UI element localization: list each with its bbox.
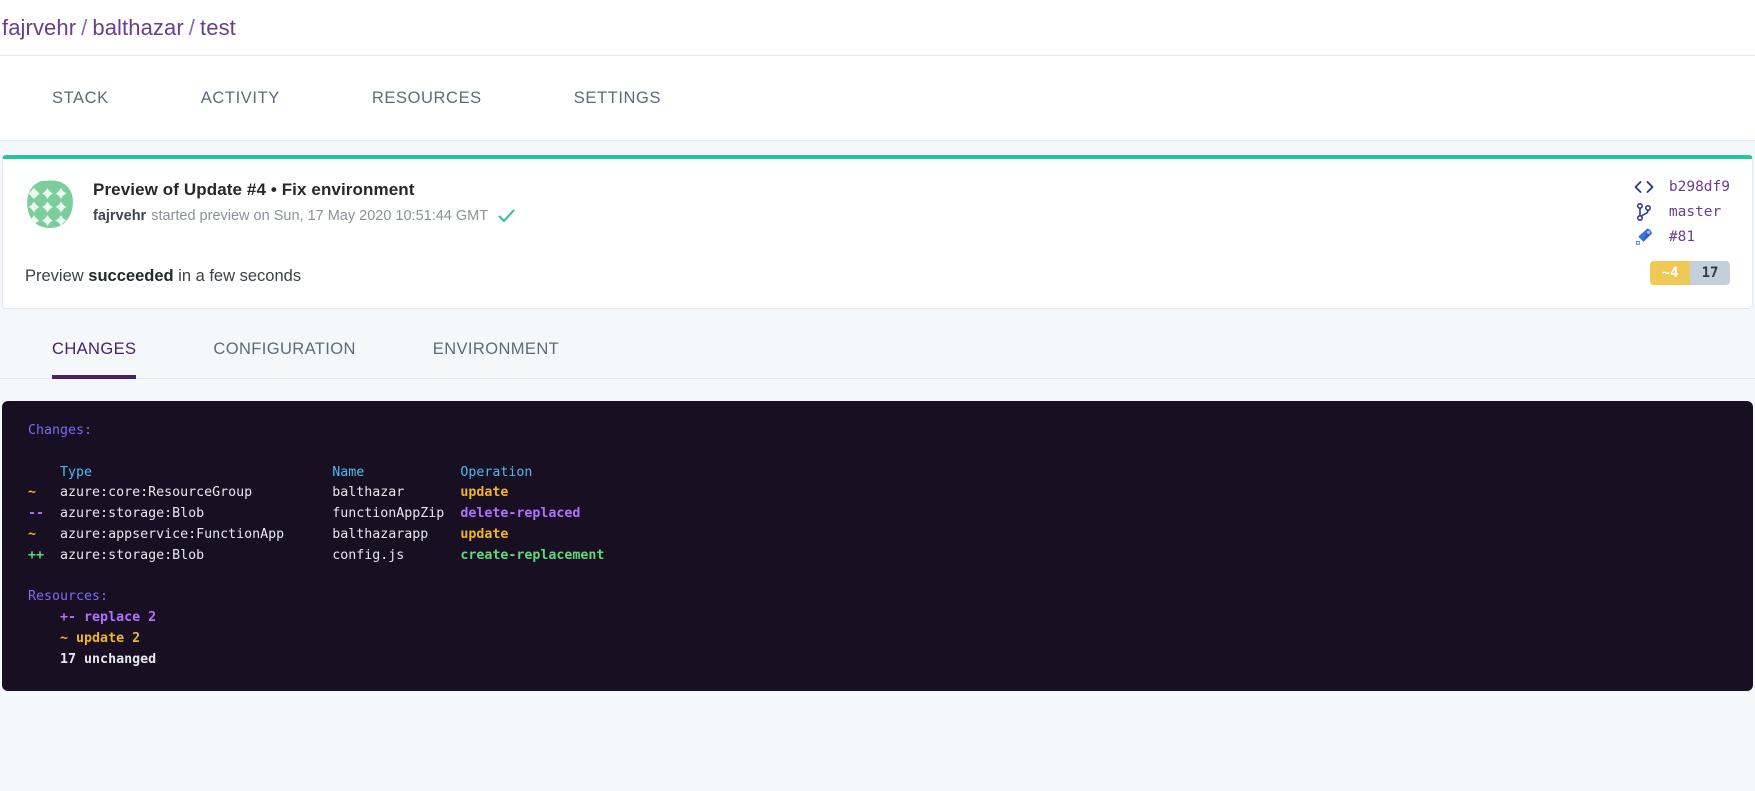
terminal-column-header: Type Name Operation [28, 463, 1753, 484]
terminal-changes-heading: Changes: [28, 423, 93, 438]
change-operation: update [460, 485, 509, 501]
pull-request-number[interactable]: #81 [1669, 229, 1695, 245]
change-marker: ~ [28, 485, 61, 501]
azure-devops-icon [1633, 228, 1655, 246]
breadcrumb-separator-1: / [81, 14, 88, 40]
terminal-wrapper: Changes: Type Name Operation ~ azure:core… [0, 379, 1755, 691]
detail-tabs: CHANGES CONFIGURATION ENVIRONMENT [0, 309, 1755, 379]
main-nav: STACK ACTIVITY RESOURCES SETTINGS [0, 55, 1755, 141]
nav-tab-resources[interactable]: RESOURCES [372, 89, 482, 108]
breadcrumb-separator-2: / [188, 14, 196, 40]
breadcrumb-org[interactable]: fajrvehr [2, 15, 76, 40]
change-operation: create-replacement [460, 547, 605, 563]
change-type: azure:appservice:FunctionApp [60, 526, 333, 542]
meta-row-pullrequest[interactable]: #81 [1633, 225, 1730, 249]
meta-row-branch[interactable]: master [1633, 200, 1730, 224]
breadcrumb: fajrvehr / balthazar / test [0, 15, 236, 41]
terminal-resource-summary-row: ~ update 2 [28, 629, 1753, 650]
change-name: functionAppZip [332, 506, 461, 522]
terminal-blank-line-2 [28, 567, 1753, 588]
change-marker: ++ [28, 547, 61, 563]
update-byline: fajrvehr started preview on Sun, 17 May … [93, 208, 515, 224]
resource-summary-text: 17 unchanged [60, 651, 157, 667]
change-marker: ~ [28, 526, 61, 542]
summary-prefix: Preview [25, 267, 89, 285]
change-name: config.js [332, 547, 461, 563]
update-card-header: Preview of Update #4 • Fix environment f… [23, 177, 1732, 229]
change-operation: delete-replaced [460, 506, 581, 522]
terminal-change-row: ~ azure:appservice:FunctionApp balthazar… [28, 525, 1753, 546]
breadcrumb-project[interactable]: balthazar [92, 15, 183, 40]
tab-changes[interactable]: CHANGES [52, 340, 137, 379]
tab-environment[interactable]: ENVIRONMENT [433, 340, 559, 379]
resource-count-badges: ~4 17 [1650, 261, 1730, 285]
badge-changed[interactable]: ~4 [1650, 261, 1690, 285]
changes-terminal-output[interactable]: Changes: Type Name Operation ~ azure:core… [2, 401, 1753, 691]
update-card: Preview of Update #4 • Fix environment f… [2, 155, 1753, 309]
commit-hash[interactable]: b298df9 [1669, 179, 1730, 195]
update-card-wrapper: Preview of Update #4 • Fix environment f… [0, 141, 1755, 309]
branch-name[interactable]: master [1669, 204, 1721, 220]
byline-text: started preview on Sun, 17 May 2020 10:5… [151, 208, 489, 224]
terminal-resource-summary-row: 17 unchanged [28, 650, 1753, 671]
update-headings: Preview of Update #4 • Fix environment f… [93, 177, 515, 224]
code-brackets-icon [1633, 178, 1655, 196]
column-header-type: Type [60, 464, 333, 480]
terminal-resource-summary-row: +- replace 2 [28, 608, 1753, 629]
terminal-change-row: -- azure:storage:Blob functionAppZip del… [28, 504, 1753, 525]
resource-summary-text: +- replace 2 [60, 610, 157, 626]
change-marker: -- [28, 506, 61, 522]
terminal-resources-heading: Resources: [28, 589, 109, 605]
change-type: azure:core:ResourceGroup [60, 485, 333, 501]
resource-summary-text: ~ update 2 [60, 630, 141, 646]
tab-configuration[interactable]: CONFIGURATION [213, 340, 355, 379]
nav-tab-settings[interactable]: SETTINGS [574, 89, 661, 108]
terminal-blank-line-1 [28, 442, 1753, 463]
summary-status: succeeded [88, 267, 174, 285]
column-header-name: Name [332, 464, 461, 480]
change-name: balthazarapp [332, 526, 461, 542]
change-type: azure:storage:Blob [60, 506, 333, 522]
update-title: Preview of Update #4 • Fix environment [93, 180, 415, 199]
change-type: azure:storage:Blob [60, 547, 333, 563]
update-meta: b298df9 master #81 [1633, 175, 1730, 250]
pulumi-stack-update-page: fajrvehr / balthazar / test STACK ACTIVITY R… [0, 0, 1755, 791]
change-name: balthazar [332, 485, 461, 501]
check-icon [498, 209, 515, 223]
change-operation: update [460, 526, 509, 542]
summary-suffix: in a few seconds [173, 267, 302, 285]
nav-tab-activity[interactable]: ACTIVITY [201, 89, 280, 108]
badge-unchanged[interactable]: 17 [1690, 261, 1730, 285]
nav-tab-stack[interactable]: STACK [52, 89, 109, 108]
update-summary: Preview succeeded in a few seconds [25, 267, 1732, 286]
meta-row-commit[interactable]: b298df9 [1633, 175, 1730, 199]
git-branch-icon [1633, 203, 1655, 221]
avatar [25, 179, 75, 229]
terminal-change-row: ~ azure:core:ResourceGroup balthazar upd… [28, 483, 1753, 504]
byline-user[interactable]: fajrvehr [93, 208, 146, 224]
column-header-operation: Operation [460, 464, 533, 480]
terminal-change-row: ++ azure:storage:Blob config.js create-r… [28, 546, 1753, 567]
topbar: fajrvehr / balthazar / test [0, 0, 1755, 55]
breadcrumb-stack[interactable]: test [200, 15, 236, 40]
